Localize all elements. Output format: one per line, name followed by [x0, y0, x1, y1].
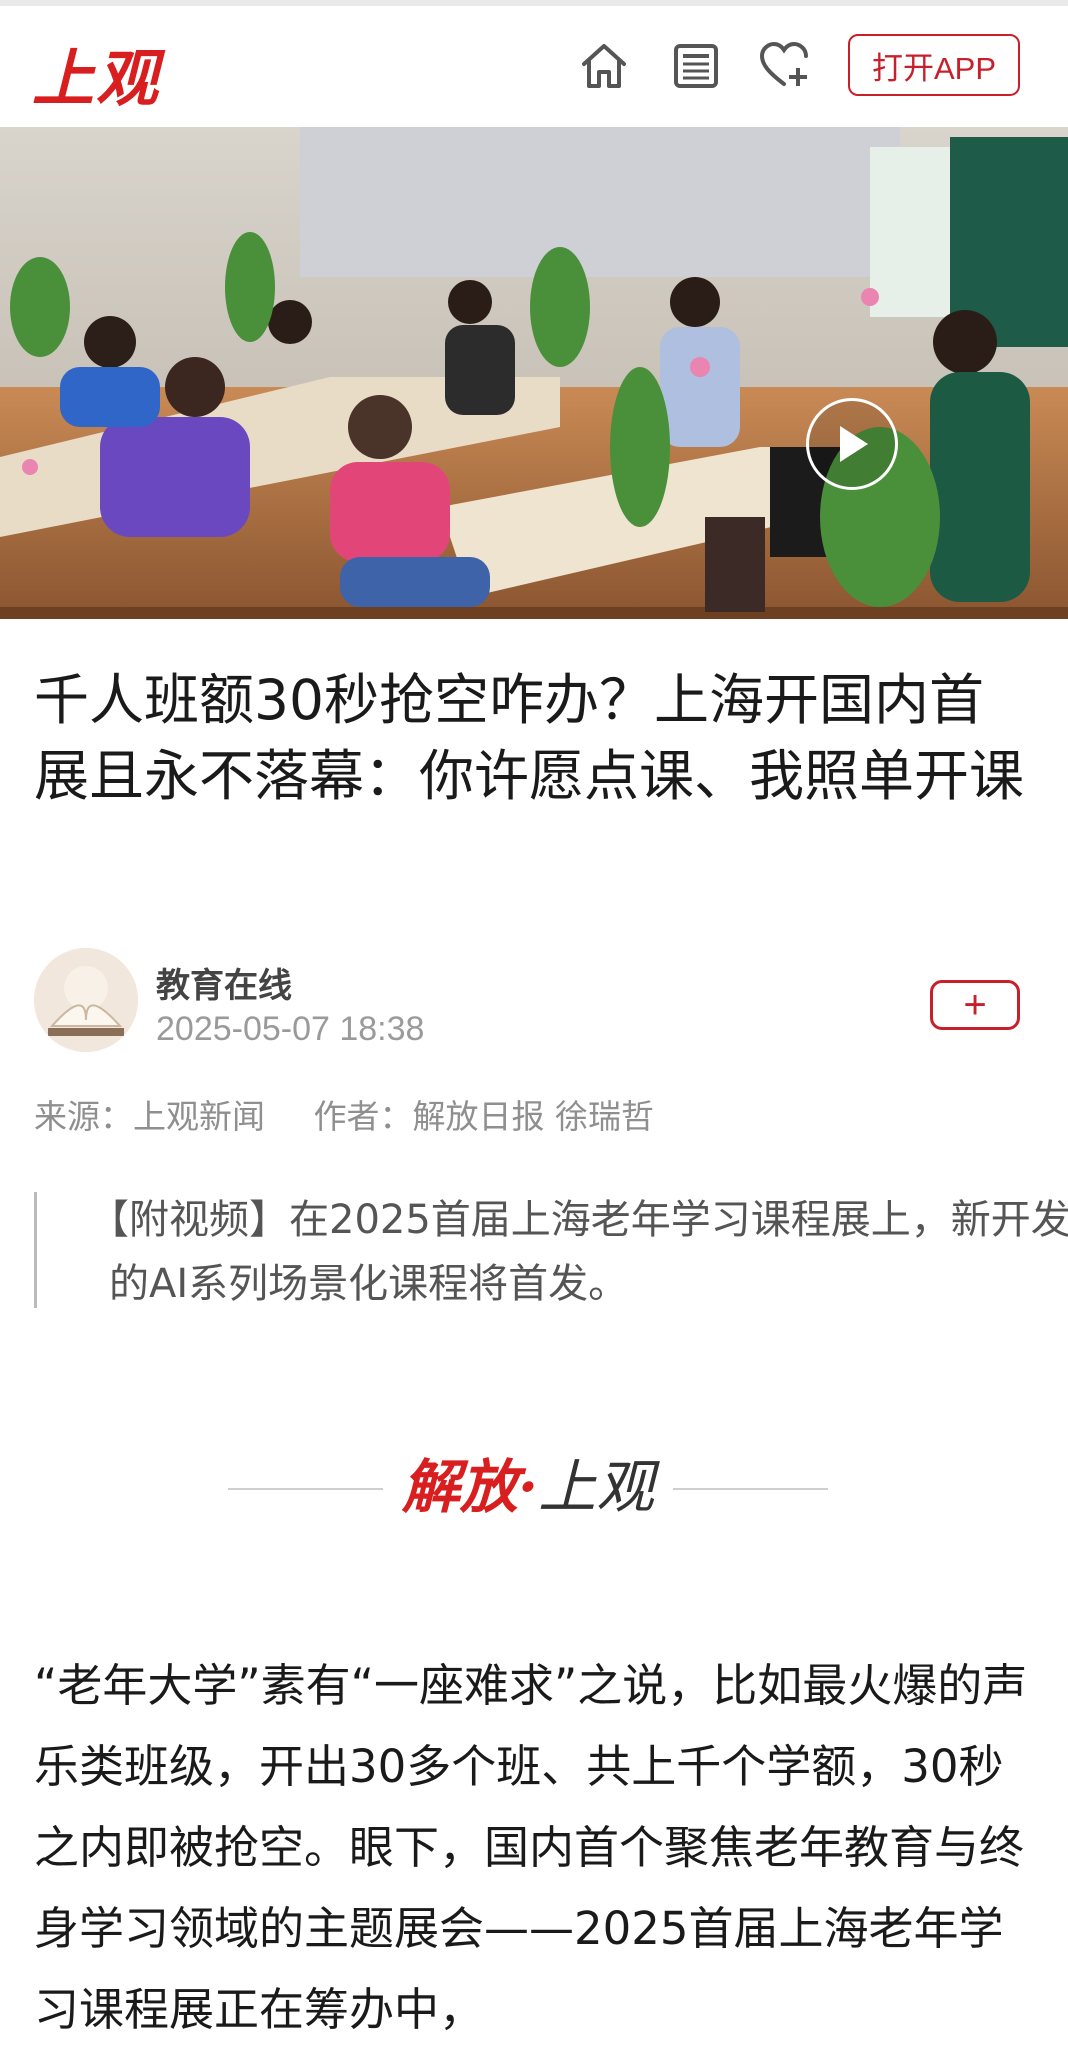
follow-button[interactable]: + — [930, 980, 1020, 1030]
summary-text: 【附视频】在2025首届上海老年学习课程展上，新开发的AI系列场景化课程将首发。 — [89, 1197, 1068, 1307]
article-title: 千人班额30秒抢空咋办？上海开国内首展且永不落幕：你许愿点课、我照单开课 — [34, 668, 1025, 808]
summary-quote: 【附视频】在2025首届上海老年学习课程展上，新开发的AI系列场景化课程将首发。 — [34, 1192, 1068, 1308]
source-label: 来源：上观新闻 — [34, 1097, 265, 1136]
writer-label: 作者：解放日报 徐瑞哲 — [313, 1097, 655, 1136]
divider-line-left — [228, 1488, 383, 1490]
source-line: 来源：上观新闻 作者：解放日报 徐瑞哲 — [34, 1090, 668, 1138]
app-header: 上观 打开APP — [0, 6, 1068, 128]
home-icon[interactable] — [574, 36, 634, 96]
play-icon[interactable] — [806, 398, 898, 490]
article-body: “老年大学”素有“一座难求”之说，比如最火爆的声乐类班级，开出30多个班、共上千… — [34, 1659, 1028, 2036]
plus-icon: + — [963, 983, 987, 1027]
publish-time: 2025-05-07 18:38 — [156, 1010, 425, 1048]
section-divider: 解放·上观 — [228, 1430, 828, 1530]
author-avatar[interactable] — [34, 948, 138, 1052]
article-icon[interactable] — [666, 36, 726, 96]
author-name[interactable]: 教育在线 — [156, 958, 292, 1007]
open-app-button[interactable]: 打开APP — [848, 34, 1020, 96]
video-cover-image[interactable] — [0, 127, 1068, 619]
divider-brand-logo: 解放·上观 — [401, 1453, 655, 1521]
divider-line-right — [673, 1488, 828, 1490]
heart-plus-icon[interactable] — [754, 36, 814, 96]
brand-logo[interactable]: 上观 — [32, 28, 160, 118]
